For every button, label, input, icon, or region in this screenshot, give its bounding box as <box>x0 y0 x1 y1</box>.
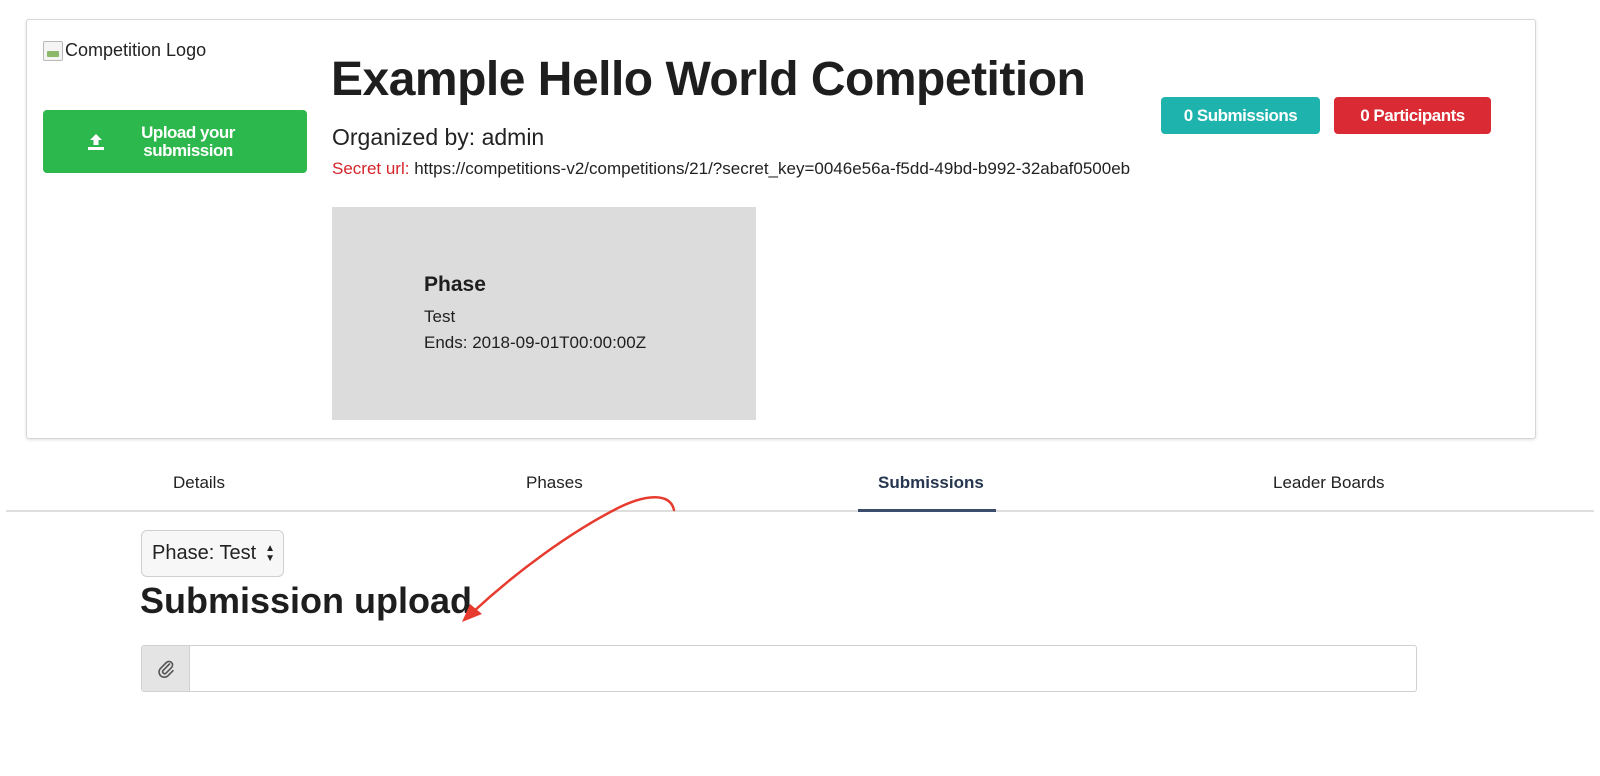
secret-url-value[interactable]: https://competitions-v2/competitions/21/… <box>414 159 1130 178</box>
submissions-count-badge[interactable]: 0 Submissions <box>1161 97 1320 134</box>
tab-submissions[interactable]: Submissions <box>878 473 984 493</box>
phase-heading: Phase <box>424 273 486 296</box>
competition-title: Example Hello World Competition <box>331 53 1086 106</box>
tab-leader-boards[interactable]: Leader Boards <box>1273 473 1385 493</box>
competition-tabs: Details Phases Submissions Leader Boards <box>6 465 1594 512</box>
paperclip-icon[interactable] <box>142 646 190 691</box>
phase-end-date: Ends: 2018-09-01T00:00:00Z <box>424 333 647 352</box>
phase-select[interactable]: Phase: Test ▲ ▼ <box>141 530 284 577</box>
broken-image-icon <box>43 40 63 61</box>
phase-card: Phase Test Ends: 2018-09-01T00:00:00Z <box>332 207 756 420</box>
secret-url: Secret url: https://competitions-v2/comp… <box>332 159 1130 179</box>
phase-name: Test <box>424 307 456 326</box>
submission-upload-heading: Submission upload <box>140 580 473 621</box>
active-tab-indicator <box>858 509 996 512</box>
tab-details[interactable]: Details <box>173 473 225 493</box>
tab-phases[interactable]: Phases <box>526 473 583 493</box>
upload-submission-label: Upload your submission <box>141 122 235 160</box>
submission-file-input[interactable] <box>141 645 1417 692</box>
phase-select-value: Phase: Test <box>152 542 257 564</box>
competition-logo: Competition Logo <box>43 40 206 61</box>
upload-icon <box>88 133 104 150</box>
file-path-field[interactable] <box>190 646 1416 691</box>
upload-submission-button[interactable]: Upload your submission <box>43 110 307 173</box>
stats-badges: 0 Submissions 0 Participants <box>1161 97 1491 134</box>
select-arrows-icon: ▲ ▼ <box>265 543 275 564</box>
competition-logo-alt: Competition Logo <box>65 40 207 60</box>
organizer-text: Organized by: admin <box>332 124 545 150</box>
participants-count-badge[interactable]: 0 Participants <box>1334 97 1491 134</box>
competition-header-card: Competition Logo Upload your submission … <box>26 19 1536 439</box>
secret-url-label: Secret url: <box>332 159 410 178</box>
